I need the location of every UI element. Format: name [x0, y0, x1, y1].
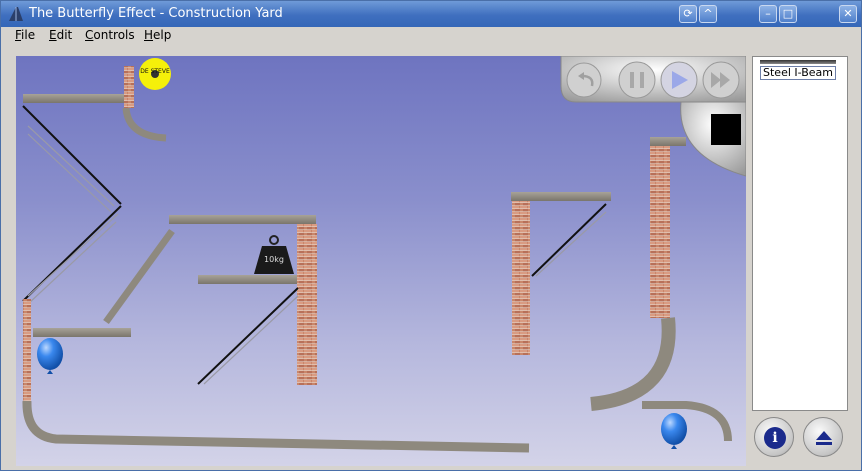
badge-label: DE STEVE	[140, 68, 170, 75]
pause-button[interactable]	[618, 61, 656, 99]
balloon[interactable]	[661, 413, 687, 445]
toolbox-header	[760, 60, 836, 64]
menu-file[interactable]: File	[15, 28, 35, 42]
brick-column[interactable]	[124, 66, 134, 108]
brick-column[interactable]	[512, 201, 530, 355]
app-window: The Butterfly Effect - Construction Yard…	[0, 0, 862, 471]
menu-help[interactable]: Help	[144, 28, 171, 42]
weight-label: 10kg	[264, 255, 284, 264]
menu-bar: File Edit Controls Help	[1, 27, 861, 47]
wood-beam[interactable]	[198, 275, 298, 284]
brick-column[interactable]	[650, 146, 670, 318]
brick-column[interactable]	[23, 299, 31, 404]
undo-button[interactable]	[566, 62, 602, 98]
wood-plank[interactable]	[103, 228, 175, 325]
menu-controls[interactable]: Controls	[85, 28, 135, 42]
toolbox-item-steel-i-beam[interactable]: Steel I-Beam	[760, 66, 836, 80]
game-canvas[interactable]: DE STEVE 10kg	[16, 56, 746, 466]
stop-button[interactable]	[711, 114, 741, 145]
info-button[interactable]: i	[754, 417, 794, 457]
wood-beam[interactable]	[511, 192, 611, 201]
wood-beam[interactable]	[23, 94, 126, 103]
sticky-button[interactable]: ⟳	[679, 5, 697, 23]
shade-button[interactable]: ^	[699, 5, 717, 23]
steel-rail[interactable]	[531, 203, 607, 277]
maximize-button[interactable]: □	[779, 5, 797, 23]
window-title: The Butterfly Effect - Construction Yard	[29, 6, 283, 21]
wood-beam[interactable]	[33, 328, 131, 337]
wood-curve[interactable]	[122, 107, 167, 142]
wood-beam[interactable]	[169, 215, 316, 224]
eject-icon	[813, 427, 835, 449]
menu-edit[interactable]: Edit	[49, 28, 72, 42]
fast-forward-button[interactable]	[702, 61, 740, 99]
weight[interactable]: 10kg	[254, 235, 294, 274]
balloon[interactable]	[37, 338, 63, 370]
toolbox-panel: Steel I-Beam	[752, 56, 848, 411]
wood-ramp[interactable]	[590, 317, 676, 411]
wood-beam[interactable]	[650, 137, 686, 146]
steel-rail[interactable]	[22, 105, 122, 205]
close-button[interactable]: ✕	[839, 5, 857, 23]
eject-button[interactable]	[803, 417, 843, 457]
play-button[interactable]	[660, 61, 698, 99]
minimize-button[interactable]: –	[759, 5, 777, 23]
info-icon: i	[764, 427, 786, 449]
brick-column[interactable]	[297, 224, 317, 385]
title-bar[interactable]: The Butterfly Effect - Construction Yard…	[1, 1, 861, 27]
steel-rail[interactable]	[197, 287, 299, 385]
wood-floor[interactable]	[22, 400, 530, 453]
app-logo-icon	[9, 7, 23, 21]
